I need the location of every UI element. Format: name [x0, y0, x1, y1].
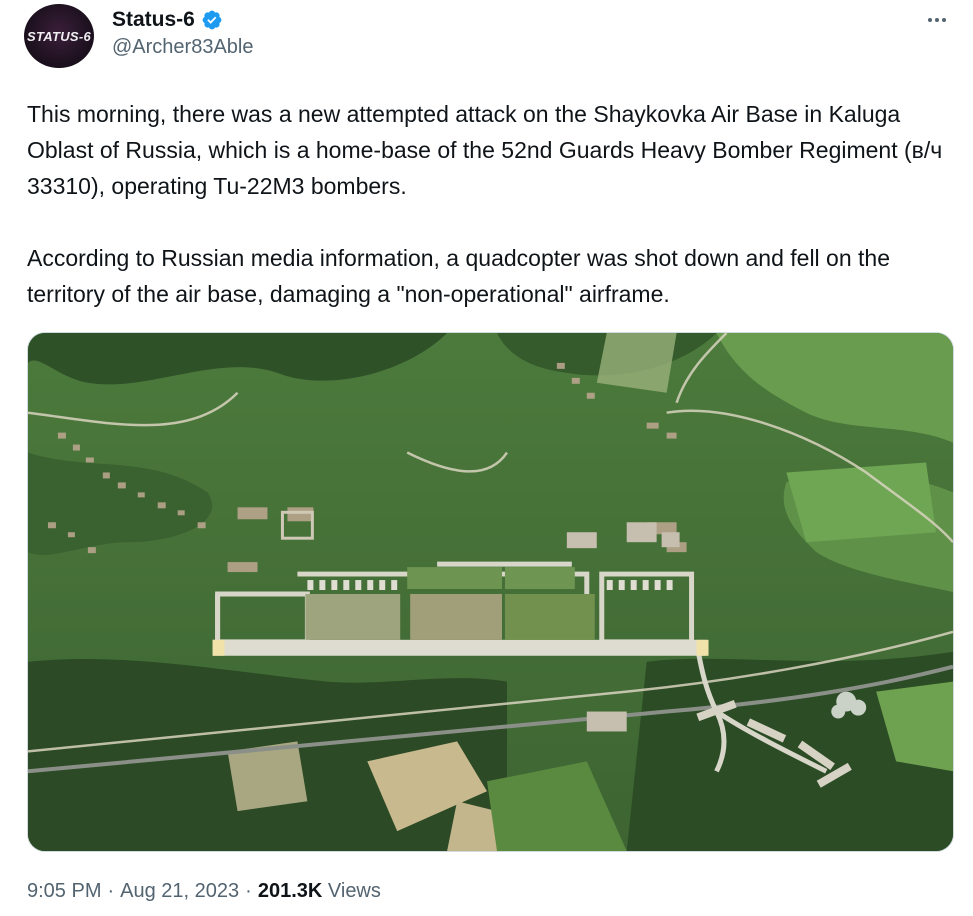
tweet-time[interactable]: 9:05 PM: [27, 880, 101, 903]
tweet-paragraph-2: According to Russian media information, …: [27, 245, 891, 307]
views-count: 201.3K: [257, 880, 323, 902]
satellite-image: [28, 333, 953, 851]
views[interactable]: 201.3K Views: [258, 880, 381, 903]
tweet-text: This morning, there was a new attempted …: [27, 96, 952, 312]
verified-badge-icon: [202, 10, 222, 30]
meta-separator: ·: [107, 880, 115, 902]
tweet-meta: 9:05 PM · Aug 21, 2023 · 201.3K Views: [27, 880, 381, 903]
more-options-icon[interactable]: [923, 10, 951, 30]
avatar-text: STATUS-6: [26, 28, 92, 44]
tweet-date[interactable]: Aug 21, 2023: [120, 880, 239, 903]
meta-separator: ·: [245, 880, 252, 902]
tweet-paragraph-1: This morning, there was a new attempted …: [27, 101, 943, 199]
avatar[interactable]: STATUS-6: [24, 4, 94, 68]
author-handle[interactable]: @Archer83Able: [112, 36, 253, 59]
author-display-name[interactable]: Status-6: [112, 8, 195, 32]
author-name-row: Status-6: [112, 6, 223, 34]
tweet-media-image[interactable]: [27, 332, 954, 852]
views-label: Views: [327, 880, 381, 902]
